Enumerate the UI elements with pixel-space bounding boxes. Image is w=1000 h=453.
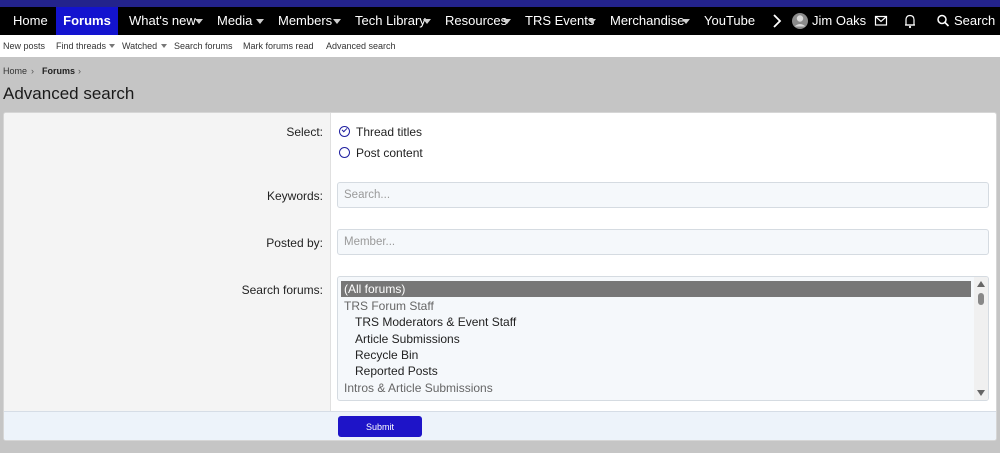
nav-members[interactable]: Members xyxy=(278,7,332,35)
scroll-thumb[interactable] xyxy=(978,293,984,305)
posted-by-label: Posted by: xyxy=(266,236,323,250)
breadcrumb-home[interactable]: Home xyxy=(3,66,27,76)
main-navbar: Home Forums What's new Media Members Tec… xyxy=(0,7,1000,35)
keywords-label: Keywords: xyxy=(266,189,323,203)
chevron-right-icon: › xyxy=(31,66,34,76)
submit-button[interactable]: Submit xyxy=(338,416,422,437)
chevron-right-icon[interactable] xyxy=(771,7,783,35)
forum-option[interactable]: Recycle Bin xyxy=(341,347,418,363)
chevron-right-icon: › xyxy=(78,66,81,76)
search-icon[interactable] xyxy=(936,7,950,35)
search-forums-label: Search forums: xyxy=(241,283,323,297)
nav-whats-new[interactable]: What's new xyxy=(129,7,196,35)
nav-home[interactable]: Home xyxy=(13,7,48,35)
chevron-down-icon[interactable] xyxy=(333,19,341,24)
keywords-input[interactable] xyxy=(337,182,989,208)
subnav-watched[interactable]: Watched xyxy=(122,35,157,57)
nav-user-name[interactable]: Jim Oaks xyxy=(812,7,866,35)
nav-tech-library[interactable]: Tech Library xyxy=(355,7,426,35)
subnav-mark-forums-read[interactable]: Mark forums read xyxy=(243,35,314,57)
scroll-down-icon[interactable] xyxy=(977,390,985,396)
check-icon xyxy=(341,126,348,133)
posted-by-input[interactable] xyxy=(337,229,989,255)
radio-thread-titles-label[interactable]: Thread titles xyxy=(356,125,422,139)
radio-post-content[interactable] xyxy=(339,147,350,158)
chevron-down-icon[interactable] xyxy=(195,19,203,24)
nav-youtube[interactable]: YouTube xyxy=(704,7,755,35)
select-label: Select: xyxy=(286,125,323,139)
form-submit-row: Submit xyxy=(4,411,996,440)
listbox-scrollbar[interactable] xyxy=(974,277,988,400)
mail-icon[interactable] xyxy=(874,7,888,35)
nav-merchandise[interactable]: Merchandise xyxy=(610,7,684,35)
nav-resources[interactable]: Resources xyxy=(445,7,507,35)
scroll-up-icon[interactable] xyxy=(977,281,985,287)
top-accent-strip xyxy=(0,0,1000,7)
forum-option[interactable]: (All forums) xyxy=(341,281,971,297)
chevron-down-icon[interactable] xyxy=(423,19,431,24)
nav-trs-events[interactable]: TRS Events xyxy=(525,7,594,35)
chevron-down-icon[interactable] xyxy=(588,19,596,24)
radio-post-content-label[interactable]: Post content xyxy=(356,146,423,160)
search-forums-listbox[interactable]: (All forums) TRS Forum Staff TRS Moderat… xyxy=(337,276,989,401)
subnav-advanced-search[interactable]: Advanced search xyxy=(326,35,396,57)
advanced-search-form: Select: Thread titles Post content Keywo… xyxy=(3,112,997,441)
radio-thread-titles[interactable] xyxy=(339,126,350,137)
nav-forums[interactable]: Forums xyxy=(56,7,118,35)
breadcrumb-forums[interactable]: Forums xyxy=(42,66,75,76)
chevron-down-icon[interactable] xyxy=(503,19,511,24)
sub-navbar: New posts Find threads Watched Search fo… xyxy=(0,35,1000,57)
subnav-find-threads[interactable]: Find threads xyxy=(56,35,106,57)
nav-search[interactable]: Search xyxy=(954,7,995,35)
forum-option[interactable]: Article Submissions xyxy=(341,331,460,347)
chevron-down-icon[interactable] xyxy=(109,44,115,48)
page-title: Advanced search xyxy=(3,84,135,103)
forum-option[interactable]: Reported Posts xyxy=(341,363,438,379)
forum-option[interactable]: Intros & Article Submissions xyxy=(341,380,493,396)
chevron-down-icon[interactable] xyxy=(256,19,264,24)
forum-option[interactable]: TRS Forum Staff xyxy=(341,298,434,314)
avatar[interactable] xyxy=(791,7,809,35)
forum-option[interactable]: TRS Moderators & Event Staff xyxy=(341,314,516,330)
subnav-new-posts[interactable]: New posts xyxy=(3,35,45,57)
chevron-down-icon[interactable] xyxy=(161,44,167,48)
form-label-column xyxy=(4,113,331,411)
chevron-down-icon[interactable] xyxy=(682,19,690,24)
subnav-search-forums[interactable]: Search forums xyxy=(174,35,233,57)
nav-media[interactable]: Media xyxy=(217,7,252,35)
bell-icon[interactable] xyxy=(903,7,917,35)
